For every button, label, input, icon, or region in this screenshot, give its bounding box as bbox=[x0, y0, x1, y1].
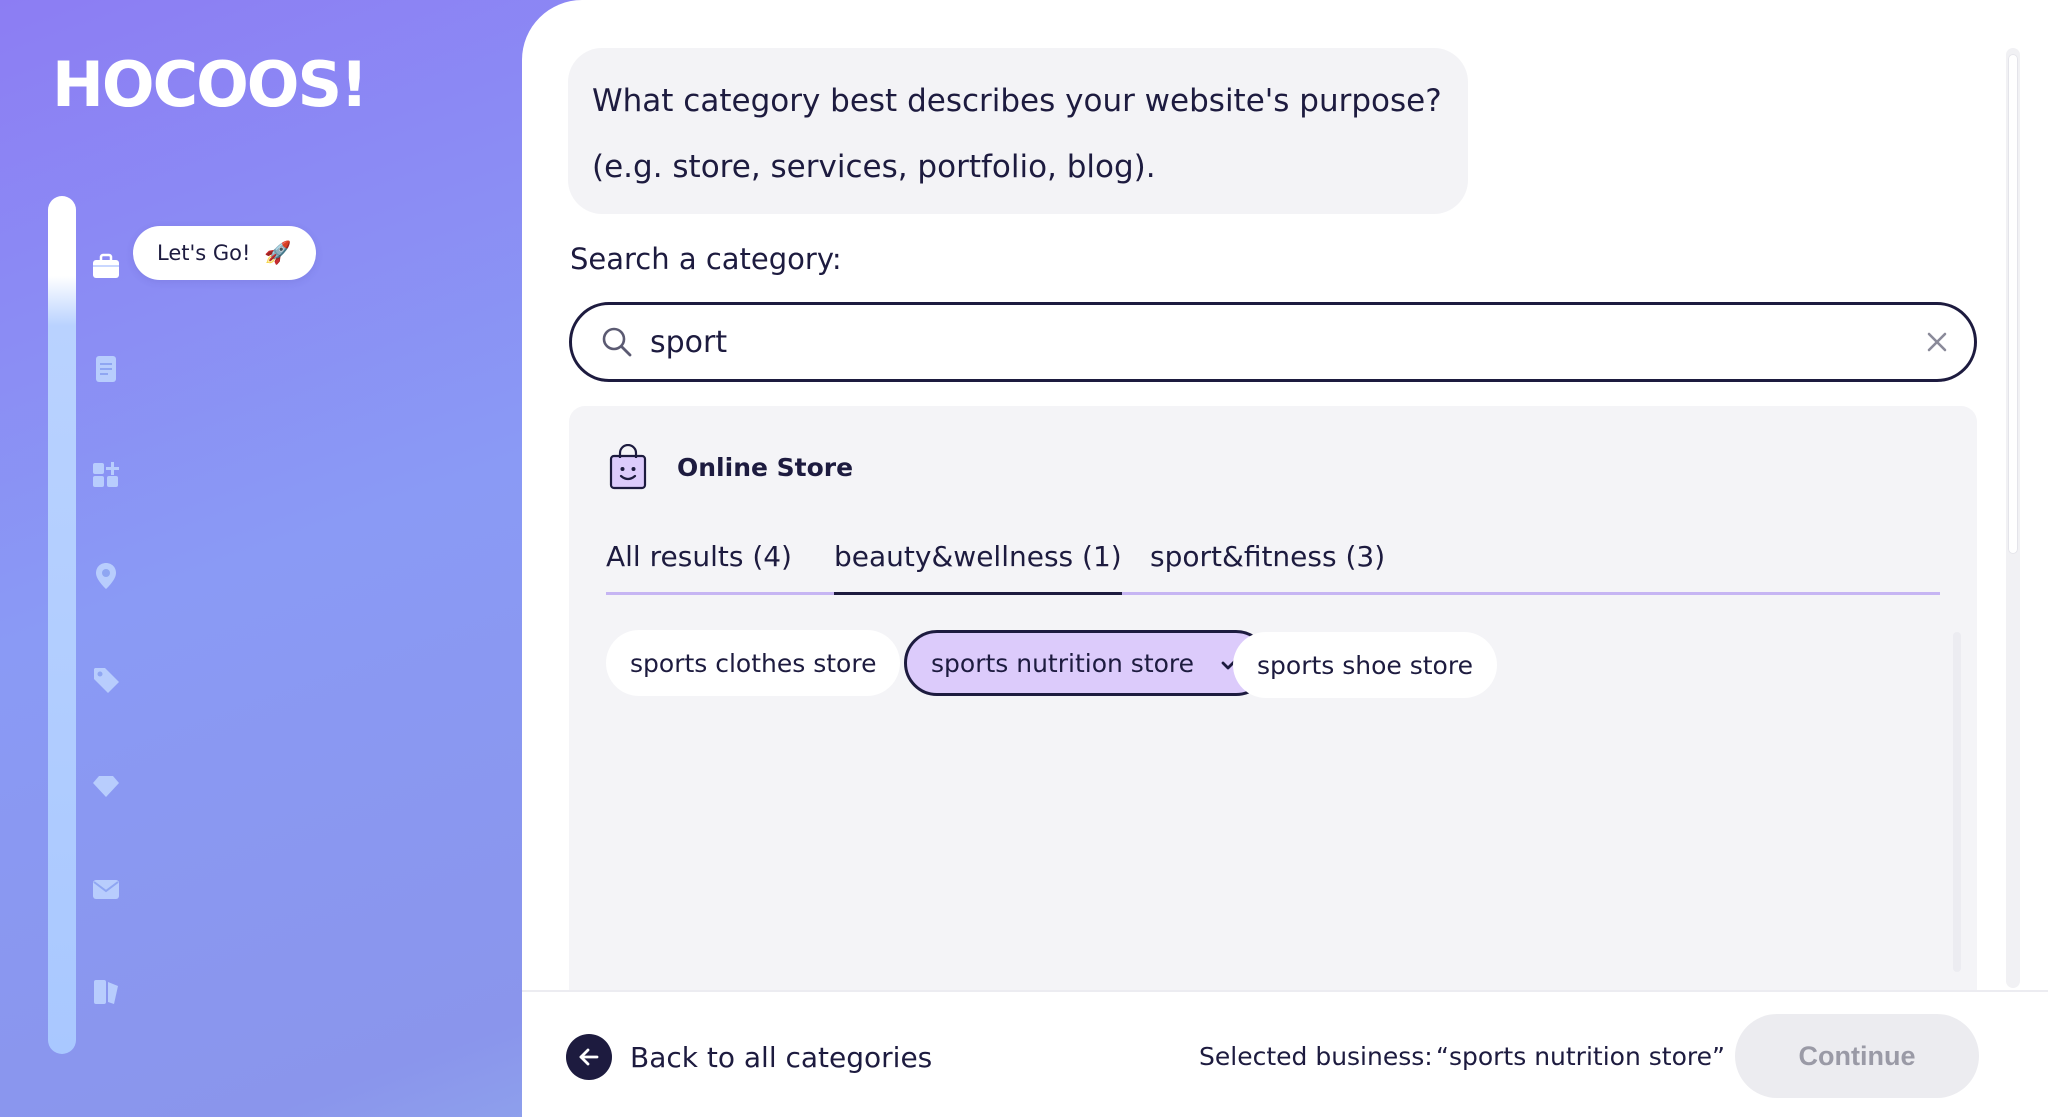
progress-rail bbox=[48, 196, 76, 1054]
tab-sport-fitness[interactable]: sport&fitness (3) bbox=[1150, 540, 1385, 592]
question-line-2: (e.g. store, services, portfolio, blog). bbox=[592, 149, 1156, 185]
chip-label: sports shoe store bbox=[1257, 650, 1473, 680]
arrow-left-icon bbox=[566, 1034, 612, 1080]
search-label: Search a category: bbox=[570, 242, 842, 276]
briefcase-icon[interactable] bbox=[90, 250, 122, 282]
results-panel: Online Store All results (4) beauty&well… bbox=[569, 406, 1977, 991]
chip-sports-clothes-store[interactable]: sports clothes store bbox=[606, 630, 901, 696]
category-tabs: All results (4) beauty&wellness (1) spor… bbox=[606, 540, 1940, 595]
diamond-icon[interactable] bbox=[90, 770, 122, 802]
tab-all-results[interactable]: All results (4) bbox=[606, 540, 792, 592]
continue-button[interactable]: Continue bbox=[1735, 1014, 1979, 1098]
mail-icon[interactable] bbox=[90, 873, 122, 905]
lets-go-bubble: Let's Go! 🚀 bbox=[133, 226, 316, 280]
chip-label: sports nutrition store bbox=[931, 648, 1195, 678]
back-to-categories-button[interactable]: Back to all categories bbox=[566, 1034, 932, 1080]
chip-sports-shoe-store[interactable]: sports shoe store bbox=[1233, 632, 1497, 698]
shopping-bag-icon bbox=[607, 444, 649, 490]
search-field[interactable] bbox=[569, 302, 1977, 382]
search-input[interactable] bbox=[648, 323, 1924, 361]
group-header: Online Store bbox=[607, 444, 853, 490]
main-panel: What category best describes your websit… bbox=[522, 0, 2048, 1117]
page-scrollbar[interactable] bbox=[2006, 48, 2020, 988]
tab-beauty-wellness[interactable]: beauty&wellness (1) bbox=[834, 540, 1122, 595]
app-window: HOCOOS! Let's Go! 🚀 What category best d… bbox=[0, 0, 2048, 1117]
group-title: Online Store bbox=[677, 452, 854, 482]
results-scrollbar[interactable] bbox=[1953, 632, 1961, 972]
selected-business-label: Selected business: bbox=[1199, 1042, 1433, 1071]
back-button-label: Back to all categories bbox=[630, 1040, 933, 1074]
document-icon[interactable] bbox=[90, 353, 122, 385]
hocoos-logo[interactable]: HOCOOS! bbox=[52, 48, 368, 121]
scrollbar-thumb[interactable] bbox=[2008, 54, 2018, 554]
clear-search-icon[interactable] bbox=[1924, 329, 1950, 355]
chip-sports-nutrition-store[interactable]: sports nutrition store bbox=[904, 630, 1270, 696]
selected-business-value: “sports nutrition store” bbox=[1436, 1042, 1725, 1071]
question-line-1: What category best describes your websit… bbox=[592, 83, 1442, 119]
question-card: What category best describes your websit… bbox=[568, 48, 1468, 214]
add-widget-icon[interactable] bbox=[90, 458, 122, 490]
tag-icon[interactable] bbox=[90, 664, 122, 696]
footer-bar: Back to all categories Selected business… bbox=[522, 990, 2048, 1117]
chip-label: sports clothes store bbox=[630, 648, 877, 678]
location-pin-icon[interactable] bbox=[90, 560, 122, 592]
lets-go-label: Let's Go! bbox=[157, 241, 251, 265]
search-icon bbox=[600, 325, 634, 359]
rocket-icon: 🚀 bbox=[264, 240, 292, 266]
brand-book-icon[interactable] bbox=[90, 976, 122, 1008]
